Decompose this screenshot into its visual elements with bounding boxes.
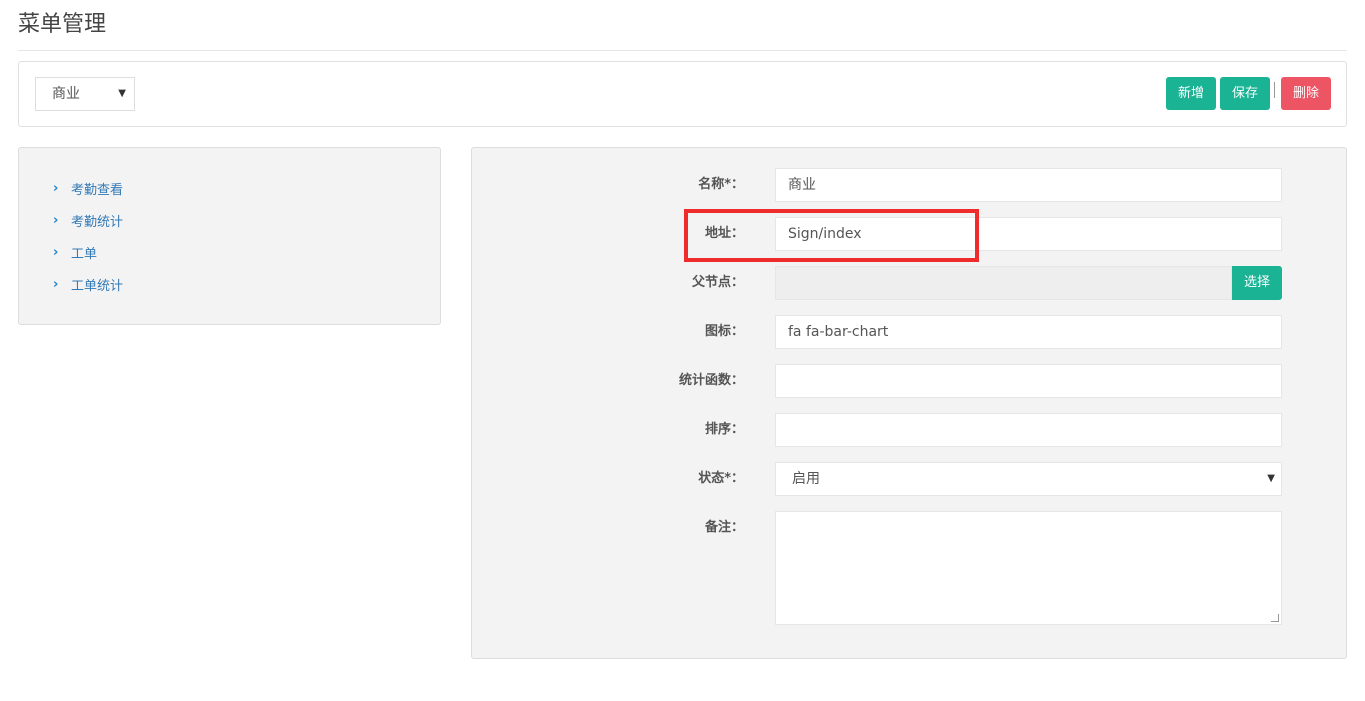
title-divider [18,50,1347,51]
menu-tree-panel: › 考勤查看 › 考勤统计 › 工单 › 工单统计 [18,147,441,325]
menu-tree: › 考勤查看 › 考勤统计 › 工单 › 工单统计 [53,172,123,300]
category-select-value: 商业 [52,86,80,102]
chevron-right-icon: › [53,212,59,228]
resize-grip-icon[interactable] [1271,614,1279,622]
remark-label: 备注： [704,520,744,535]
toolbar: 商业 ▼ 新增 保存 删除 [18,61,1347,127]
name-input[interactable]: 商业 [775,168,1282,202]
form-row-status: 状态*： 启用 ▼ [472,462,1348,496]
add-button[interactable]: 新增 [1166,77,1216,110]
form-row-remark: 备注： [472,511,1348,625]
form-row-parent: 父节点： 选择 [472,266,1348,300]
form-row-name: 名称*： 商业 [472,168,1348,202]
tree-item-label: 工单统计 [71,278,124,294]
chevron-right-icon: › [53,180,59,196]
toolbar-separator [1274,82,1275,98]
tree-item-label: 考勤统计 [71,214,124,230]
icon-input[interactable]: fa fa-bar-chart [775,315,1282,349]
tree-item-work-order-stats[interactable]: › 工单统计 [53,268,123,300]
form-row-stat-func: 统计函数： [472,364,1348,398]
select-parent-button[interactable]: 选择 [1232,266,1282,300]
status-select[interactable]: 启用 ▼ [775,462,1282,496]
address-label: 地址： [704,226,744,241]
category-select[interactable]: 商业 ▼ [35,77,135,111]
tree-item-label: 考勤查看 [71,182,124,198]
tree-item-attendance-view[interactable]: › 考勤查看 [53,172,123,204]
parent-node-label: 父节点： [691,275,744,290]
address-input[interactable]: Sign/index [775,217,1282,251]
caret-down-icon: ▼ [1267,473,1275,484]
stat-func-label: 统计函数： [678,373,744,388]
tree-item-work-order[interactable]: › 工单 [53,236,123,268]
form-row-sort: 排序： [472,413,1348,447]
tree-item-label: 工单 [71,246,98,262]
sort-input[interactable] [775,413,1282,447]
page-title: 菜单管理 [18,12,107,37]
save-button[interactable]: 保存 [1220,77,1270,110]
remark-textarea[interactable] [775,511,1282,625]
tree-item-attendance-stats[interactable]: › 考勤统计 [53,204,123,236]
chevron-right-icon: › [53,244,59,260]
form-row-address: 地址： Sign/index [472,217,1348,251]
parent-node-input [775,266,1232,300]
caret-down-icon: ▼ [118,88,126,99]
status-label: 状态*： [698,471,744,486]
stat-func-input[interactable] [775,364,1282,398]
chevron-right-icon: › [53,276,59,292]
icon-label: 图标： [704,324,744,339]
menu-edit-form: 名称*： 商业 地址： Sign/index 父节点： 选择 图标： fa fa… [471,147,1347,659]
delete-button[interactable]: 删除 [1281,77,1331,110]
sort-label: 排序： [704,422,744,437]
status-select-value: 启用 [792,471,820,487]
form-row-icon: 图标： fa fa-bar-chart [472,315,1348,349]
name-label: 名称*： [698,177,744,192]
